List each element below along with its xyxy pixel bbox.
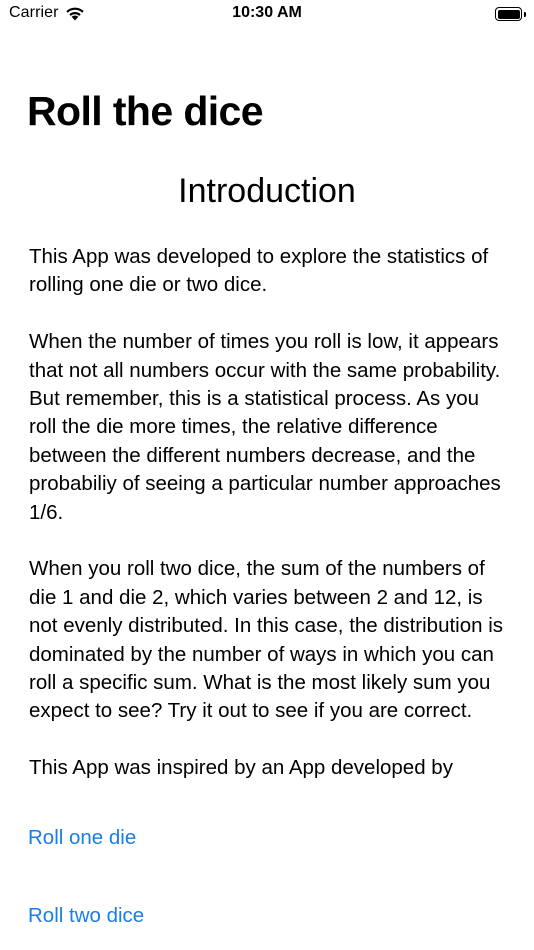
intro-paragraph: When the number of times you roll is low…	[29, 330, 501, 524]
roll-two-dice-button[interactable]: Roll two dice	[28, 904, 144, 928]
intro-heading: Introduction	[178, 172, 356, 210]
roll-one-die-button[interactable]: Roll one die	[28, 826, 136, 850]
app-screen: Carrier 10:30 AM Roll the dice Introduct…	[0, 0, 534, 950]
intro-paragraph: This App was developed to explore the st…	[29, 245, 489, 297]
status-bar: Carrier 10:30 AM	[0, 0, 534, 30]
page-title: Roll the dice	[27, 88, 264, 134]
text-view-clip-edge	[0, 788, 534, 800]
status-time: 10:30 AM	[232, 4, 302, 21]
intro-text-view[interactable]: This App was developed to explore the st…	[29, 243, 511, 796]
intro-paragraph: This App was inspired by an App develope…	[29, 756, 453, 780]
intro-paragraph: When you roll two dice, the sum of the n…	[29, 557, 504, 723]
battery-full-icon	[495, 7, 526, 21]
